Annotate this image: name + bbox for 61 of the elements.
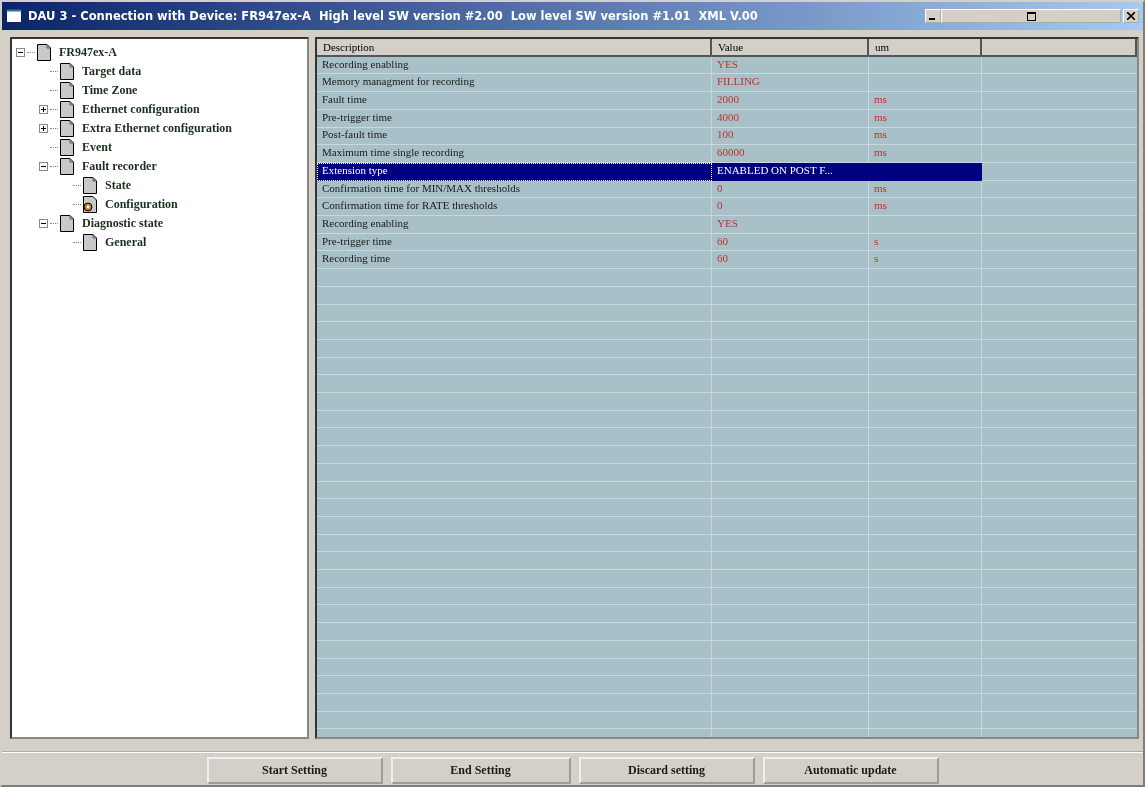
tree-item[interactable]: General: [105, 235, 147, 250]
table-cell[interactable]: Pre-trigger time: [317, 233, 712, 252]
document-icon: [59, 215, 75, 232]
table-cell[interactable]: Confirmation time for MIN/MAX thresholds: [317, 180, 712, 199]
table-cell[interactable]: Maximum time single recording: [317, 145, 712, 163]
document-gear-icon: [82, 196, 98, 213]
action-button[interactable]: End Setting: [390, 757, 571, 784]
action-button[interactable]: Start Setting: [206, 757, 383, 784]
tree-item[interactable]: Time Zone: [82, 83, 138, 98]
table-cell-text: s: [873, 251, 880, 267]
document-icon: [59, 120, 75, 137]
table-cell-text: ms: [873, 198, 888, 214]
table-cell[interactable]: Recording enabling: [317, 56, 712, 75]
tree-item[interactable]: Diagnostic state: [82, 216, 163, 231]
table-cell-text: ms: [873, 145, 888, 161]
tree-item[interactable]: State: [105, 178, 131, 193]
column-header[interactable]: Value: [712, 39, 869, 57]
window-icon: [6, 9, 22, 23]
plus-box-icon[interactable]: [39, 124, 48, 133]
close-icon: [1127, 12, 1135, 20]
plus-box-icon[interactable]: [39, 105, 48, 114]
maximize-icon: [1026, 11, 1036, 21]
table-cell[interactable]: Pre-trigger time: [317, 109, 712, 128]
action-button[interactable]: Automatic update: [762, 757, 939, 784]
table-cell-text: s: [873, 233, 880, 249]
table-cell[interactable]: Confirmation time for RATE thresholds: [317, 198, 712, 216]
minimize-button[interactable]: [925, 9, 941, 23]
minus-box-icon[interactable]: [39, 162, 48, 171]
document-icon: [82, 177, 98, 194]
tree-item[interactable]: Extra Ethernet configuration: [82, 121, 232, 136]
tree-item[interactable]: Fault recorder: [82, 159, 157, 174]
tree-item[interactable]: Configuration: [105, 197, 178, 212]
table-cell[interactable]: Post-fault time: [317, 127, 712, 146]
tree-item[interactable]: Ethernet configuration: [82, 102, 200, 117]
table-cell[interactable]: Recording enabling: [317, 215, 712, 234]
tree-item[interactable]: Event: [82, 140, 112, 155]
document-icon: [59, 63, 75, 80]
window-title: DAU 3 - Connection with Device: FR947ex-A High level SW version #2.00 Low level SW version #1.01 XML V.00: [28, 9, 759, 23]
action-button[interactable]: Discard setting: [578, 757, 755, 784]
column-header[interactable]: Description: [317, 39, 712, 57]
document-icon: [59, 82, 75, 99]
tree-item[interactable]: Target data: [82, 64, 142, 79]
tree-item[interactable]: FR947ex-A: [59, 45, 117, 60]
document-icon: [36, 44, 52, 61]
document-icon: [59, 101, 75, 118]
table-cell-text: ms: [873, 92, 888, 108]
minus-box-icon[interactable]: [16, 48, 25, 57]
table-cell[interactable]: Memory managment for recording: [317, 74, 712, 93]
table-cell-text: ms: [873, 180, 888, 196]
minus-box-icon[interactable]: [39, 219, 48, 228]
column-header[interactable]: um: [869, 39, 982, 57]
table-cell[interactable]: Extension type: [317, 162, 712, 181]
close-button[interactable]: [1123, 9, 1139, 23]
table-cell[interactable]: Fault time: [317, 92, 712, 110]
document-icon: [82, 234, 98, 251]
table-cell[interactable]: ENABLED ON POST F...: [712, 162, 869, 181]
table-cell[interactable]: Recording time: [317, 251, 712, 269]
document-icon: [59, 139, 75, 156]
table-cell-text: ms: [873, 109, 888, 125]
table-cell-text: ms: [873, 127, 888, 143]
document-icon: [59, 158, 75, 175]
